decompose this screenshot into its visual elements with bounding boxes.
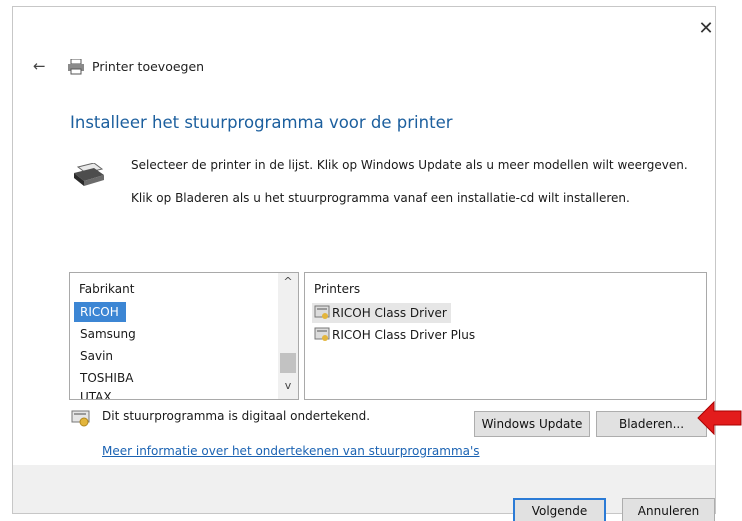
driver-icon bbox=[314, 305, 330, 319]
scroll-up-icon[interactable]: ^ bbox=[278, 275, 298, 293]
list-item[interactable]: Savin bbox=[74, 346, 274, 366]
signature-status: Dit stuurprogramma is digitaal onderteke… bbox=[102, 409, 371, 423]
printer-name: RICOH Class Driver bbox=[332, 306, 447, 320]
close-icon[interactable]: ✕ bbox=[693, 17, 719, 41]
back-arrow-icon[interactable]: ← bbox=[33, 57, 46, 75]
list-item[interactable]: UTAX bbox=[74, 389, 274, 399]
signed-driver-icon bbox=[71, 410, 90, 427]
cancel-button[interactable]: Annuleren bbox=[622, 498, 715, 521]
scroll-thumb[interactable] bbox=[280, 353, 296, 373]
browse-button[interactable]: Bladeren... bbox=[596, 411, 707, 437]
list-item[interactable]: TOSHIBA bbox=[74, 368, 274, 388]
list-item[interactable]: Samsung bbox=[74, 324, 274, 344]
window-title: Printer toevoegen bbox=[92, 59, 205, 74]
add-printer-window: ✕ ← Printer toevoegen Installeer het stu… bbox=[12, 6, 719, 521]
printer-icon bbox=[68, 59, 84, 75]
manufacturer-list-header: Fabrikant bbox=[79, 282, 135, 296]
driver-icon bbox=[314, 327, 330, 341]
manufacturer-list[interactable]: Fabrikant RICOH Samsung Savin TOSHIBA UT… bbox=[69, 272, 299, 400]
scrollbar[interactable]: ^ v bbox=[278, 273, 298, 399]
scroll-down-icon[interactable]: v bbox=[278, 379, 298, 397]
windows-update-button[interactable]: Windows Update bbox=[474, 411, 590, 437]
driver-signing-link[interactable]: Meer informatie over het ondertekenen va… bbox=[102, 444, 480, 458]
footer-bar bbox=[13, 465, 715, 513]
pointer-arrow-icon bbox=[697, 400, 742, 436]
printer-list-header: Printers bbox=[314, 282, 361, 296]
printer-name: RICOH Class Driver Plus bbox=[332, 328, 476, 342]
instruction-text: Selecteer de printer in de lijst. Klik o… bbox=[131, 158, 688, 172]
list-item[interactable]: RICOH bbox=[74, 302, 126, 322]
printer-icon bbox=[74, 163, 104, 186]
list-item[interactable]: RICOH Class Driver bbox=[312, 303, 451, 323]
next-button[interactable]: Volgende bbox=[513, 498, 606, 521]
printer-list[interactable]: Printers RICOH Class Driver RICOH Class … bbox=[304, 272, 707, 400]
list-item[interactable]: RICOH Class Driver Plus bbox=[312, 325, 479, 345]
page-title: Installeer het stuurprogramma voor de pr… bbox=[70, 113, 453, 132]
instruction-text: Klik op Bladeren als u het stuurprogramm… bbox=[131, 191, 630, 205]
